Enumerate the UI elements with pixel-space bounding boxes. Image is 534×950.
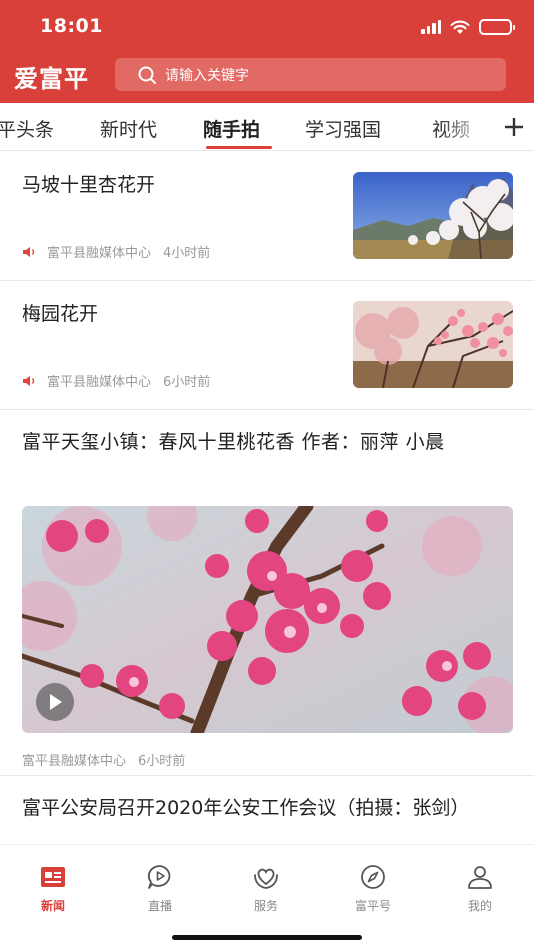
item-title: 梅园花开 [22,303,99,325]
search-placeholder: 请输入关键字 [165,67,249,84]
nav-fuping-account[interactable]: 富平号 [338,863,408,914]
wifi-icon [450,20,470,34]
list-item[interactable]: 马坡十里杏花开 富平县融媒体中心 4小时前 [0,152,534,281]
status-time: 18:01 [40,15,103,37]
item-thumbnail [353,172,513,259]
item-meta: 富平县融媒体中心 6小时前 [22,371,210,390]
item-time: 6小时前 [138,754,186,769]
status-icons [421,17,515,37]
video-meta: 富平县融媒体中心 6小时前 [22,750,185,769]
list-item[interactable]: 富平天玺小镇：春风十里桃花香 作者：丽萍 小晨 富平县融媒体中心 6小时前 [0,410,534,776]
tab-new-era[interactable]: 新时代 [100,115,157,142]
news-feed: 马坡十里杏花开 富平县融媒体中心 4小时前 梅园花开 富平县融媒体中心 6小时前… [0,152,534,856]
tab-snapshot[interactable]: 随手拍 [203,115,260,142]
nav-live[interactable]: 直播 [125,863,195,914]
news-icon [41,867,65,887]
item-title: 富平公安局召开2020年公安工作会议（拍摄：张剑） [22,797,470,819]
item-source: 富平县融媒体中心 [22,754,127,769]
speaker-icon [23,246,35,257]
compass-icon [361,865,385,889]
live-icon [147,865,171,889]
item-title: 马坡十里杏花开 [22,174,156,196]
search-bar[interactable]: 请输入关键字 [115,58,506,91]
item-meta: 富平县融媒体中心 4小时前 [22,242,210,261]
app-header: 18:01 爱富平 请输入关键字 [0,0,534,103]
app-logo: 爱富平 [14,64,89,93]
plus-icon [505,118,523,136]
nav-label: 直播 [147,899,172,913]
profile-icon [468,866,492,889]
nav-service[interactable]: 服务 [231,863,301,914]
cellular-signal-icon [421,20,441,34]
speaker-icon [23,375,35,386]
play-button[interactable] [36,683,74,721]
tab-fade [440,103,494,150]
nav-label: 新闻 [40,899,65,913]
nav-label: 我的 [467,899,492,913]
item-title: 富平天玺小镇：春风十里桃花香 作者：丽萍 小晨 [22,431,445,453]
nav-profile[interactable]: 我的 [445,863,515,914]
channel-tabs: 平头条 新时代 随手拍 学习强国 视频 [0,103,534,151]
home-indicator[interactable] [172,935,362,940]
item-time: 4小时前 [163,246,211,261]
add-channel-button[interactable] [494,103,534,150]
tab-headline[interactable]: 平头条 [0,115,54,142]
item-source: 富平县融媒体中心 [47,375,152,390]
nav-label: 富平号 [354,899,391,913]
item-source: 富平县融媒体中心 [47,246,152,261]
active-tab-indicator [206,146,272,149]
battery-icon [479,19,515,35]
nav-news[interactable]: 新闻 [18,863,88,914]
tab-study[interactable]: 学习强国 [305,115,381,142]
nav-label: 服务 [253,899,278,913]
service-icon [254,868,278,889]
play-icon [50,694,62,710]
item-thumbnail [353,301,513,388]
video-thumbnail[interactable] [22,506,513,733]
status-bar: 18:01 [0,0,534,50]
item-time: 6小时前 [163,375,211,390]
list-item[interactable]: 梅园花开 富平县融媒体中心 6小时前 [0,281,534,410]
search-icon [138,66,156,84]
